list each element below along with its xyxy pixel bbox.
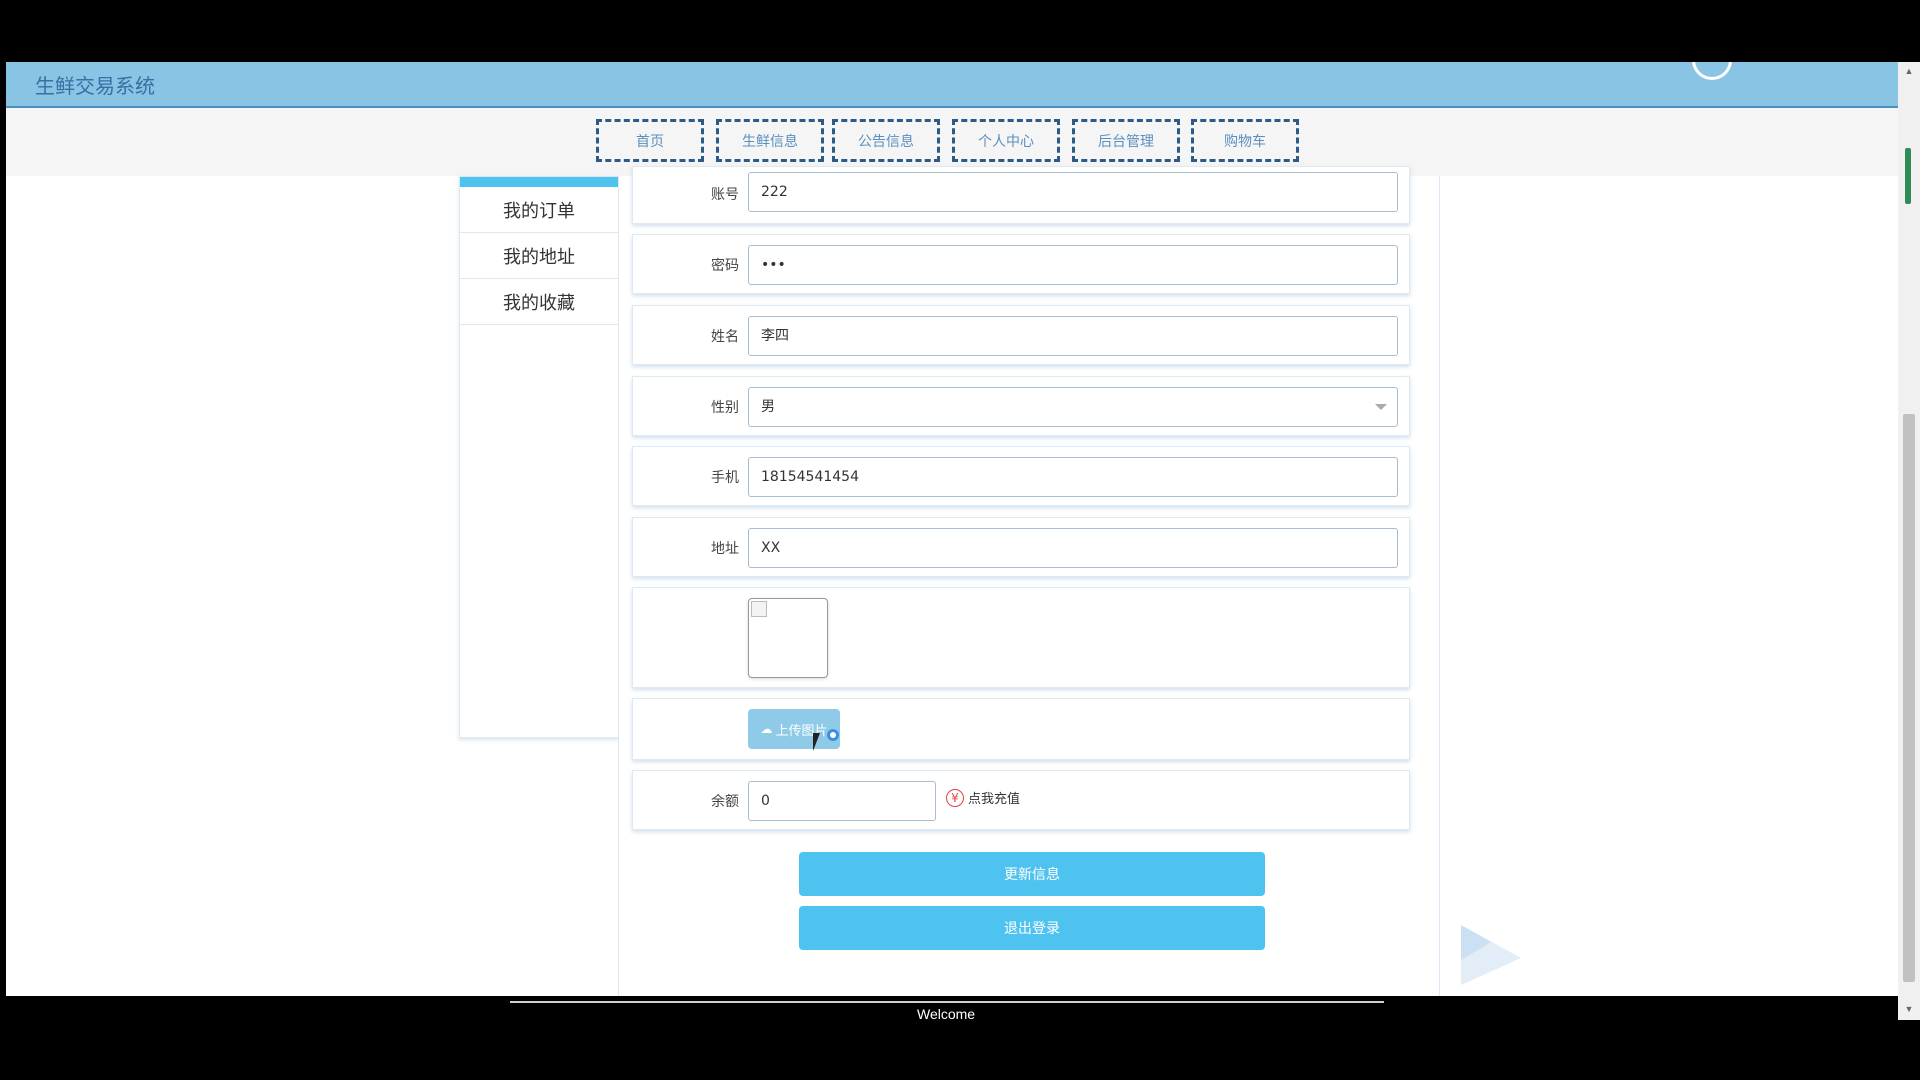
account-row: 账号 222: [632, 166, 1410, 224]
profile-form-panel: 账号 222 密码 ••• 姓名 李四 性别 男 手机 18154541454 …: [618, 166, 1440, 996]
vertical-scrollbar[interactable]: ▲ ▼: [1898, 62, 1920, 1020]
top-header: 生鲜交易系统: [6, 62, 1898, 108]
scroll-marker: [1905, 148, 1911, 204]
screen: 生鲜交易系统 首页 生鲜信息 公告信息 个人中心 后台管理 购物车 我的订单 我…: [0, 0, 1920, 1080]
click-indicator-icon: [827, 729, 839, 741]
nav-item-fresh-info[interactable]: 生鲜信息: [716, 119, 824, 162]
name-label: 姓名: [711, 329, 739, 345]
password-row: 密码 •••: [632, 234, 1410, 294]
update-info-button[interactable]: 更新信息: [799, 852, 1265, 896]
nav-item-personal-center[interactable]: 个人中心: [952, 119, 1060, 162]
avatar[interactable]: [1692, 62, 1732, 80]
balance-label: 余额: [711, 794, 739, 810]
name-row: 姓名 李四: [632, 305, 1410, 365]
balance-input[interactable]: 0: [748, 781, 936, 821]
phone-label: 手机: [711, 470, 739, 486]
browser-page: 生鲜交易系统 首页 生鲜信息 公告信息 个人中心 后台管理 购物车 我的订单 我…: [6, 62, 1898, 996]
address-row: 地址 XX: [632, 517, 1410, 577]
name-input[interactable]: 李四: [748, 316, 1398, 356]
sidebar-item-address[interactable]: 我的地址: [460, 233, 618, 279]
chevron-down-icon: [1375, 404, 1387, 410]
gender-selected-value: 男: [761, 399, 775, 415]
nav-item-announcements[interactable]: 公告信息: [832, 119, 940, 162]
recharge-label: 点我充值: [968, 792, 1021, 807]
account-input[interactable]: 222: [748, 172, 1398, 212]
password-label: 密码: [711, 258, 739, 274]
logout-button[interactable]: 退出登录: [799, 906, 1265, 950]
phone-input[interactable]: 18154541454: [748, 457, 1398, 497]
scroll-down-icon[interactable]: ▼: [1898, 1000, 1920, 1018]
cloud-upload-icon: ☁: [760, 722, 773, 736]
recharge-link[interactable]: ¥ 点我充值: [946, 788, 1020, 807]
footer-welcome-text: Welcome: [917, 1006, 976, 1022]
upload-image-button[interactable]: ☁ 上传图片: [748, 709, 840, 749]
upload-row: ☁ 上传图片: [632, 698, 1410, 760]
yen-icon: ¥: [946, 788, 964, 807]
address-label: 地址: [711, 541, 739, 557]
balance-row: 余额 0 ¥ 点我充值: [632, 770, 1410, 830]
address-input[interactable]: XX: [748, 528, 1398, 568]
mouse-cursor-icon: [813, 733, 820, 751]
sidebar-accent: [460, 177, 618, 187]
gender-row: 性别 男: [632, 376, 1410, 436]
sidebar: 我的订单 我的地址 我的收藏: [459, 176, 619, 738]
footer-divider: [510, 1001, 1384, 1003]
app-title: 生鲜交易系统: [35, 74, 155, 98]
scroll-thumb[interactable]: [1903, 414, 1915, 982]
sidebar-item-favorites[interactable]: 我的收藏: [460, 279, 618, 325]
password-input[interactable]: •••: [748, 245, 1398, 285]
image-preview-row: [632, 587, 1410, 688]
nav-item-cart[interactable]: 购物车: [1191, 119, 1299, 162]
nav-item-admin[interactable]: 后台管理: [1072, 119, 1180, 162]
scroll-up-icon[interactable]: ▲: [1898, 62, 1920, 80]
play-watermark-icon: [1461, 925, 1521, 985]
nav-item-home[interactable]: 首页: [596, 119, 704, 162]
gender-label: 性别: [711, 400, 739, 416]
phone-row: 手机 18154541454: [632, 446, 1410, 506]
broken-image-icon: [751, 601, 767, 617]
account-label: 账号: [711, 187, 739, 203]
gender-select[interactable]: 男: [748, 387, 1398, 427]
sidebar-item-orders[interactable]: 我的订单: [460, 187, 618, 233]
avatar-image-preview: [748, 598, 828, 678]
